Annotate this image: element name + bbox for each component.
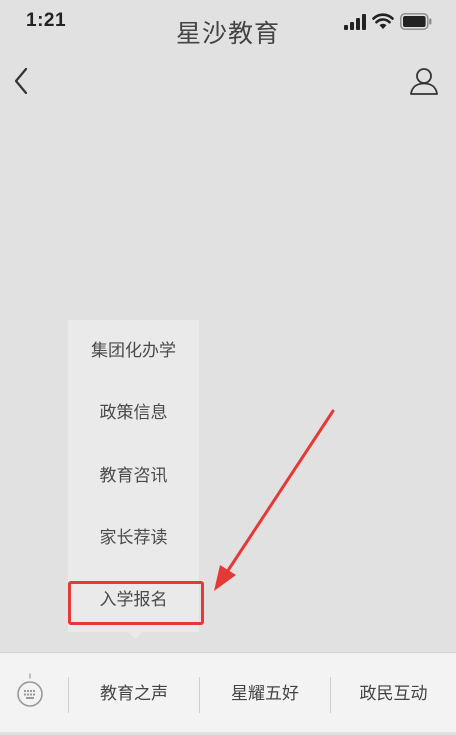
menu-item-baoming[interactable]: 入学报名 [68,580,199,620]
menu-item-zhengce[interactable]: 政策信息 [68,393,199,433]
menu-item-jituanhua[interactable]: 集团化办学 [68,331,199,371]
bottom-menu-bar: 教育之声 星耀五好 政民互动 [0,652,456,732]
tab-xingyao-wuhao[interactable]: 星耀五好 [200,653,330,733]
page-title: 星沙教育 [175,19,280,48]
tab-jiaoyu-zhisheng[interactable]: 教育之声 [69,653,199,733]
menu-item-zixun[interactable]: 教育咨讯 [68,456,199,496]
keyboard-icon[interactable] [15,673,45,709]
menu-item-jianjian[interactable]: 家长荐读 [68,518,199,558]
popup-pointer [127,631,143,639]
back-icon[interactable] [10,64,34,98]
tab-zhengmin-hudong[interactable]: 政民互动 [331,653,456,733]
profile-icon[interactable] [408,66,440,96]
popup-menu: 集团化办学 政策信息 教育咨讯 家长荐读 入学报名 [68,320,199,632]
